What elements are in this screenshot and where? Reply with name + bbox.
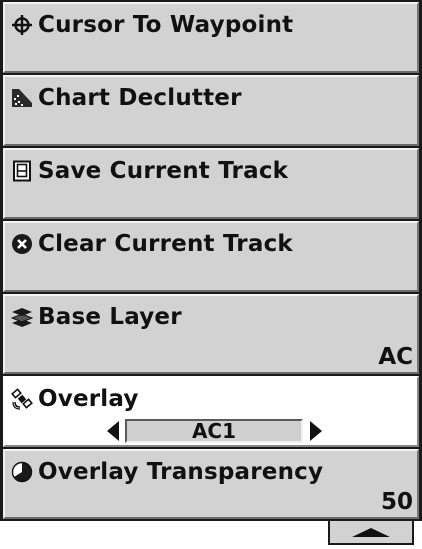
layers-icon (11, 306, 33, 328)
overlay-selector[interactable]: AC1 (5, 416, 417, 446)
map-declutter-icon (11, 87, 33, 109)
arrow-right-icon[interactable] (308, 420, 324, 442)
menu-item-base-layer[interactable]: Base Layer AC (3, 294, 419, 374)
arrow-left-icon[interactable] (105, 420, 121, 442)
menu-item-cursor-to-waypoint[interactable]: Cursor To Waypoint (3, 2, 419, 73)
crosshair-icon (11, 14, 33, 36)
context-menu: Cursor To Waypoint Chart Declutter Save … (0, 0, 422, 521)
scroll-up-arrow-icon (352, 528, 390, 537)
satellite-icon (11, 388, 33, 410)
clear-x-icon (11, 233, 33, 255)
menu-item-clear-current-track[interactable]: Clear Current Track (3, 221, 419, 292)
overlay-value: AC1 (191, 419, 237, 443)
menu-item-chart-declutter[interactable]: Chart Declutter (3, 75, 419, 146)
base-layer-value: AC (378, 344, 413, 370)
menu-item-overlay-transparency[interactable]: Overlay Transparency 50 (3, 449, 419, 519)
menu-item-label: Overlay (38, 386, 139, 412)
menu-item-label: Base Layer (38, 304, 182, 330)
overlay-value-box[interactable]: AC1 (125, 419, 303, 443)
overlay-transparency-value: 50 (380, 489, 413, 515)
scroll-up-tab[interactable] (328, 521, 414, 545)
menu-item-label: Cursor To Waypoint (38, 12, 294, 38)
menu-item-label: Clear Current Track (38, 231, 293, 257)
menu-item-save-current-track[interactable]: Save Current Track (3, 148, 419, 219)
menu-item-label: Overlay Transparency (38, 459, 324, 485)
menu-item-overlay[interactable]: Overlay AC1 (3, 376, 419, 447)
menu-item-label: Chart Declutter (38, 85, 242, 111)
menu-item-label: Save Current Track (38, 158, 289, 184)
transparency-circle-icon (11, 461, 33, 483)
save-track-icon (11, 160, 33, 182)
